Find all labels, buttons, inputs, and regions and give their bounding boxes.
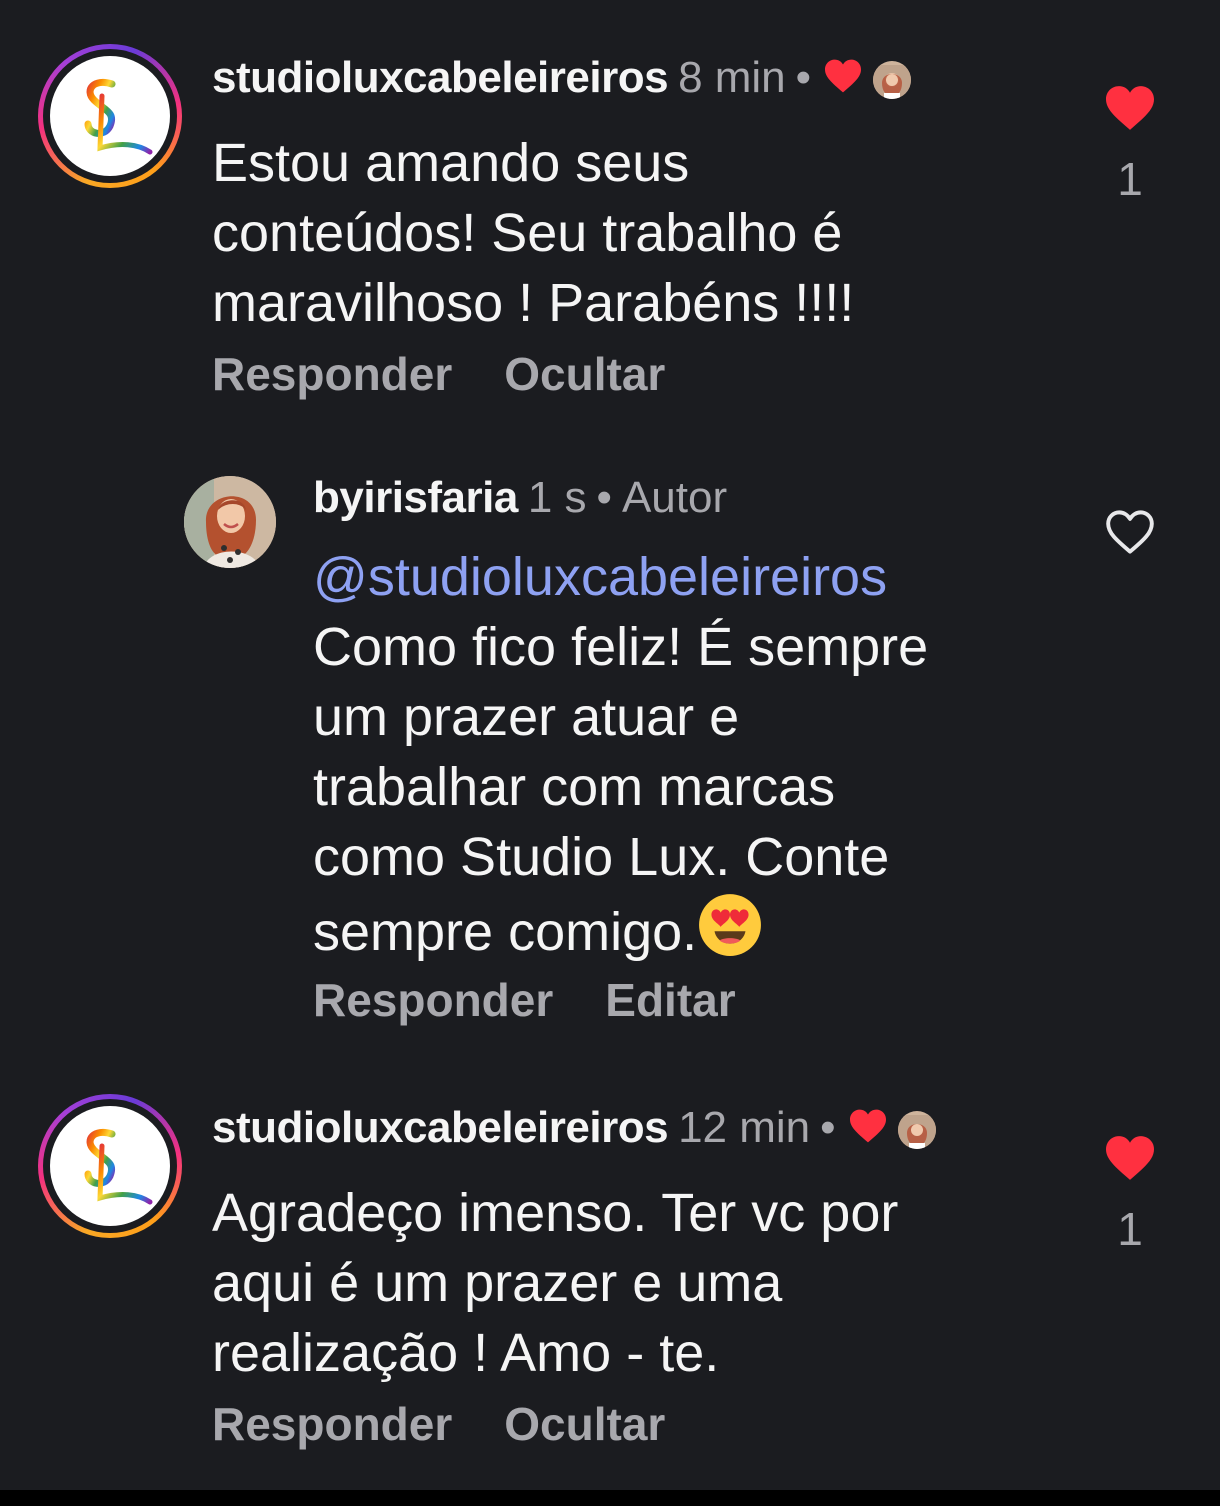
avatar[interactable] [38,1094,182,1238]
like-count: 1 [1117,1203,1143,1255]
reply-button[interactable]: Responder [212,1396,452,1452]
author-mini-avatar [897,1111,936,1150]
comment-actions: Responder Ocultar [212,346,717,402]
studio-lux-logo-icon [84,1129,153,1205]
comment-text: @studioluxcabeleireiros Como fico feliz!… [313,542,1093,975]
comment-text: Agradeço imenso. Ter vc por aqui é um pr… [212,1183,899,1383]
separator-dot: • [795,53,812,102]
author-mini-avatar [873,61,912,100]
bottom-edge [0,1490,1220,1506]
heart-eyes-emoji-icon [697,892,763,975]
comment-item: studioluxcabeleireiros 8 min • Estou amand… [0,40,1220,420]
username[interactable]: studioluxcabeleireiros [212,53,669,102]
mention-link[interactable]: @studioluxcabeleireiros [313,542,1093,612]
comment-header: studioluxcabeleireiros 8 min • [212,50,912,108]
like-count: 1 [1117,153,1143,205]
separator-dot: • [820,1103,836,1152]
hide-button[interactable]: Ocultar [504,346,665,402]
liked-by-author-heart-icon [823,52,863,108]
comment-actions: Responder Editar [313,972,788,1028]
author-badge: Autor [621,473,728,522]
heart-outline-icon[interactable] [1103,508,1157,556]
profile-photo-icon [184,476,276,568]
username[interactable]: studioluxcabeleireiros [212,1103,669,1152]
liked-by-author-heart-icon [848,1102,888,1158]
comment-text: Estou amando seus conteúdos! Seu trabalh… [212,133,855,333]
like-control: 1 [1100,84,1160,207]
separator-dot: • [596,473,612,522]
like-control [1100,508,1160,561]
avatar[interactable] [184,476,276,568]
heart-filled-icon[interactable] [1103,84,1157,132]
comment-item: studioluxcabeleireiros 12 min • Agradeço i… [0,1090,1220,1470]
timestamp: 1 s [527,473,587,522]
timestamp: 12 min [678,1103,811,1152]
like-control: 1 [1100,1134,1160,1257]
heart-filled-icon[interactable] [1103,1134,1157,1182]
avatar[interactable] [38,44,182,188]
comment-header: byirisfaria 1 s • Autor [313,470,727,526]
timestamp: 8 min [678,53,786,102]
username[interactable]: byirisfaria [313,473,518,522]
reply-item: byirisfaria 1 s • Autor @studioluxcabeleire… [0,460,1220,1040]
reply-button[interactable]: Responder [313,972,553,1028]
comments-screen: studioluxcabeleireiros 8 min • Estou amand… [0,0,1220,1506]
reply-button[interactable]: Responder [212,346,452,402]
comment-header: studioluxcabeleireiros 12 min • [212,1100,936,1158]
comment-actions: Responder Ocultar [212,1396,717,1452]
studio-lux-logo-icon [84,79,153,155]
hide-button[interactable]: Ocultar [504,1396,665,1452]
edit-button[interactable]: Editar [605,972,735,1028]
